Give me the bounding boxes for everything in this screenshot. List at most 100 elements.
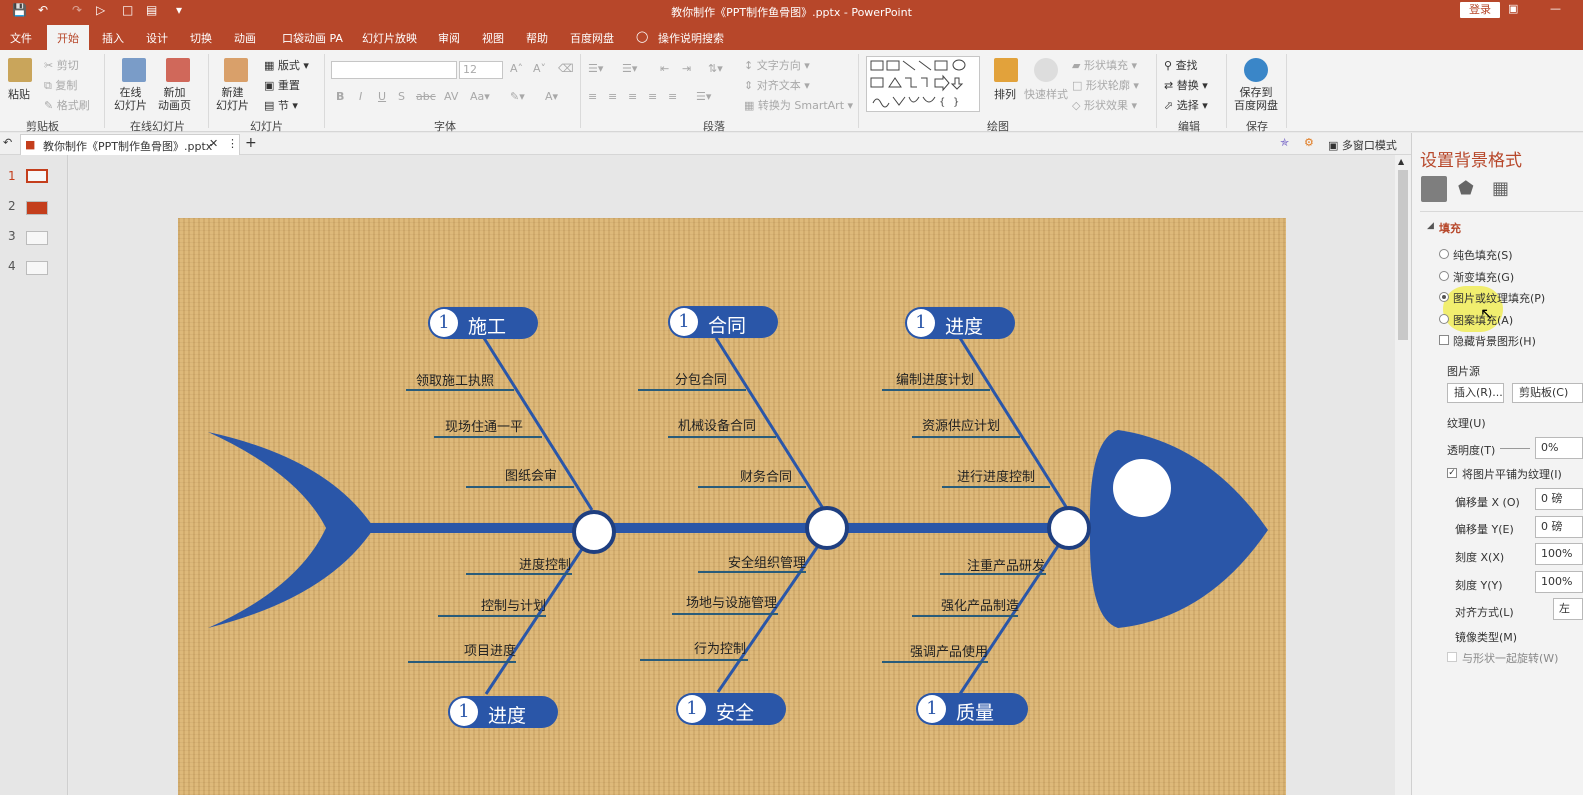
rotate-with-shape-label[interactable]: 与形状一起旋转(W) [1462, 650, 1558, 666]
category-pill[interactable]: 1 进度 [905, 307, 1015, 339]
shadow-icon[interactable]: S [398, 90, 405, 103]
save-baidu-button[interactable]: 保存到 百度网盘 [1234, 86, 1278, 112]
increase-indent-icon[interactable]: ⇥ [682, 62, 691, 75]
paste-button[interactable]: 粘贴 [8, 86, 30, 102]
picture-fill-radio[interactable] [1439, 292, 1449, 302]
minimize-icon[interactable]: — [1550, 2, 1561, 15]
rib-label[interactable]: 分包合同 [675, 369, 727, 388]
rib-label[interactable]: 图纸会审 [505, 465, 557, 484]
format-painter-button[interactable]: ✎ 格式刷 [44, 97, 90, 113]
transparency-slider[interactable] [1500, 448, 1530, 449]
vertical-scrollbar[interactable]: ▲ [1395, 155, 1411, 795]
slide-thumbnail-1[interactable] [26, 169, 48, 183]
font-color-icon[interactable]: A▾ [545, 90, 558, 103]
tab-help[interactable]: 帮助 [526, 30, 548, 46]
pattern-fill-radio[interactable] [1439, 314, 1449, 324]
alignment-select[interactable]: 左 [1553, 598, 1583, 620]
slide-thumbnail-3[interactable] [26, 231, 48, 245]
category-pill[interactable]: 1 进度 [448, 696, 558, 728]
numbering-icon[interactable]: ☰▾ [622, 62, 637, 75]
columns-icon[interactable]: ☰▾ [696, 90, 711, 103]
clipboard-button[interactable]: 剪贴板(C) [1512, 383, 1583, 403]
rib-label[interactable]: 进度控制 [519, 554, 571, 573]
close-tab-icon[interactable]: ✕ [209, 137, 218, 150]
slide-thumbnail-4[interactable] [26, 261, 48, 275]
copy-button[interactable]: ⧉ 复制 [44, 77, 77, 93]
new-anim-page-icon[interactable] [166, 58, 190, 82]
tab-home[interactable]: 开始 [47, 25, 89, 50]
cut-button[interactable]: ✂ 剪切 [44, 57, 79, 73]
picture-fill-label[interactable]: 图片或纹理填充(P) [1453, 290, 1545, 306]
scale-y-input[interactable]: 100% [1535, 571, 1583, 593]
tab-menu-icon[interactable]: ⋮ [227, 137, 238, 150]
scrollbar-thumb[interactable] [1398, 170, 1408, 340]
rib-label[interactable]: 进行进度控制 [957, 466, 1035, 485]
text-direction-button[interactable]: ↕ 文字方向 ▾ [744, 57, 810, 73]
picture-category-icon[interactable]: ▦ [1492, 178, 1509, 199]
hide-bg-checkbox[interactable] [1439, 335, 1449, 345]
align-left-icon[interactable]: ≡ [588, 90, 597, 103]
find-button[interactable]: ⚲ 查找 [1164, 57, 1198, 73]
rib-label[interactable]: 编制进度计划 [896, 369, 974, 388]
hide-bg-label[interactable]: 隐藏背景图形(H) [1453, 333, 1536, 349]
rib-label[interactable]: 资源供应计划 [922, 415, 1000, 434]
gradient-fill-radio[interactable] [1439, 271, 1449, 281]
tile-checkbox[interactable]: ✓ [1447, 468, 1457, 478]
new-slide-button[interactable]: 新建 幻灯片 [216, 86, 249, 112]
shrink-font-icon[interactable]: A˅ [533, 62, 546, 75]
scroll-up-icon[interactable]: ▲ [1398, 157, 1404, 166]
shape-effects-button[interactable]: ◇ 形状效果 ▾ [1072, 97, 1137, 113]
rib-label[interactable]: 现场住通一平 [445, 416, 523, 435]
rib-label[interactable]: 领取施工执照 [416, 370, 494, 389]
underline-icon[interactable]: U [378, 90, 386, 103]
rib-label[interactable]: 场地与设施管理 [686, 592, 777, 611]
tab-transitions[interactable]: 切换 [190, 30, 212, 46]
tell-me-search[interactable]: 操作说明搜索 [658, 30, 724, 46]
tab-animations[interactable]: 动画 [234, 30, 256, 46]
effects-category-icon[interactable]: ⬟ [1458, 178, 1474, 199]
select-button[interactable]: ⬀ 选择 ▾ [1164, 97, 1208, 113]
line-spacing-icon[interactable]: ⇅▾ [708, 62, 723, 75]
char-spacing-icon[interactable]: AV [444, 90, 458, 103]
justify-icon[interactable]: ≡ [648, 90, 657, 103]
smartart-button[interactable]: ▦ 转换为 SmartArt ▾ [744, 97, 853, 113]
multi-window-button[interactable]: ▣ 多窗口模式 [1328, 137, 1397, 153]
paste-icon[interactable] [8, 58, 32, 82]
tab-pocket-anim[interactable]: 口袋动画 PA [282, 30, 343, 46]
solid-fill-label[interactable]: 纯色填充(S) [1453, 247, 1513, 263]
quick-styles-button[interactable]: 快速样式 [1024, 86, 1068, 102]
ribbon-display-icon[interactable]: ▣ [1508, 2, 1518, 15]
baidu-cloud-icon[interactable] [1244, 58, 1268, 82]
tab-baidu[interactable]: 百度网盘 [570, 30, 614, 46]
new-anim-page-button[interactable]: 新加 动画页 [158, 86, 191, 112]
category-pill[interactable]: 1 质量 [916, 693, 1028, 725]
tab-file[interactable]: 文件 [10, 30, 32, 46]
align-center-icon[interactable]: ≡ [608, 90, 617, 103]
rib-label[interactable]: 机械设备合同 [678, 415, 756, 434]
bold-icon[interactable]: B [336, 90, 344, 103]
online-slide-button[interactable]: 在线 幻灯片 [114, 86, 147, 112]
italic-icon[interactable]: I [359, 90, 362, 103]
distributed-icon[interactable]: ≡ [668, 90, 677, 103]
shapes-gallery[interactable]: {} [866, 56, 980, 112]
replace-button[interactable]: ⇄ 替换 ▾ [1164, 77, 1208, 93]
new-slide-icon[interactable] [224, 58, 248, 82]
pin-icon[interactable]: ✯ [1280, 136, 1289, 149]
tile-label[interactable]: 将图片平铺为纹理(I) [1462, 466, 1562, 482]
strikethrough-icon[interactable]: abc [416, 90, 436, 103]
change-case-icon[interactable]: Aa▾ [470, 90, 490, 103]
section-button[interactable]: ▤ 节 ▾ [264, 97, 298, 113]
texture-label[interactable]: 纹理(U) [1447, 415, 1486, 431]
category-pill[interactable]: 1 安全 [676, 693, 786, 725]
tab-review[interactable]: 审阅 [438, 30, 460, 46]
collapse-icon[interactable]: ◢ [1427, 221, 1434, 231]
rib-label[interactable]: 强化产品制造 [941, 595, 1019, 614]
offset-x-input[interactable]: 0 磅 [1535, 488, 1583, 510]
fill-section-header[interactable]: 填充 [1439, 220, 1461, 236]
rib-label[interactable]: 控制与计划 [481, 595, 546, 614]
rib-label[interactable]: 强调产品使用 [910, 641, 988, 660]
rib-label[interactable]: 项目进度 [464, 640, 516, 659]
document-tab[interactable]: ■ 教你制作《PPT制作鱼骨图》.pptx ✕ ⋮ [20, 134, 240, 155]
rib-label[interactable]: 注重产品研发 [967, 555, 1045, 574]
layout-button[interactable]: ▦ 版式 ▾ [264, 57, 309, 73]
